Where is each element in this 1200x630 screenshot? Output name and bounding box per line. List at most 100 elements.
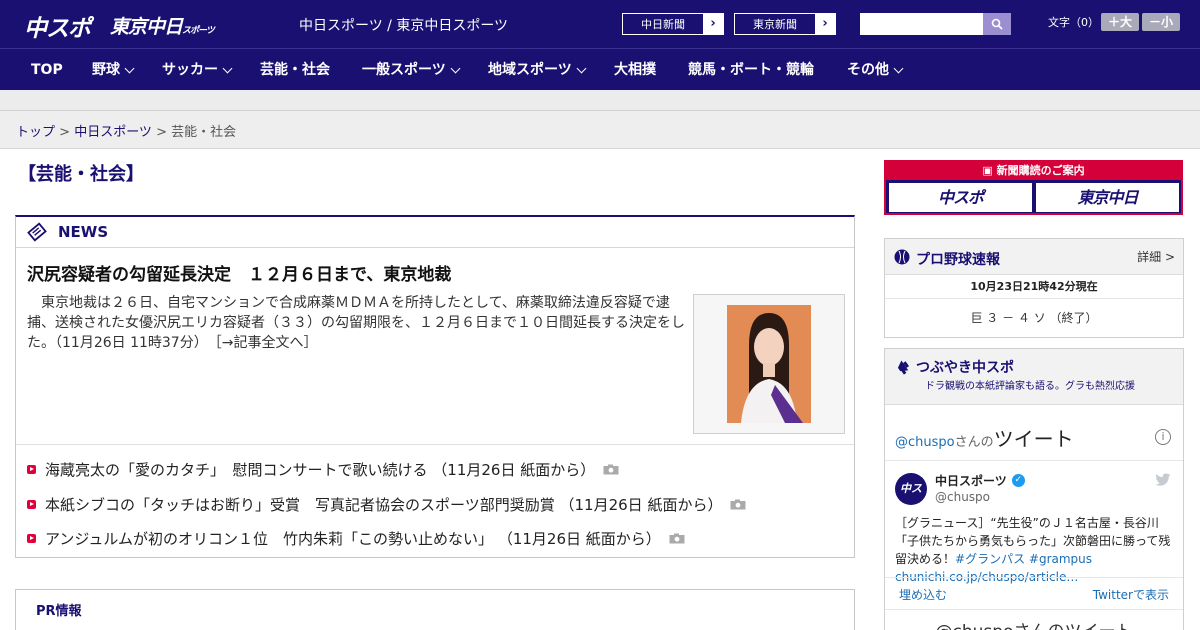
twitter-title: つぶやき中スポ xyxy=(916,360,1014,376)
baseball-icon xyxy=(894,249,910,265)
chevron-down-icon xyxy=(222,63,233,73)
search-icon xyxy=(991,18,1003,30)
breadcrumb-chunichi-sports[interactable]: 中日スポーツ xyxy=(74,125,152,140)
baseball-timestamp: 10月23日21時42分現在 xyxy=(885,275,1183,299)
lead-article-photo[interactable] xyxy=(693,294,845,434)
news-item-title: 海蔵亮太の「愛のカタチ」 慰問コンサートで歌い続ける xyxy=(45,461,428,479)
bullet-icon xyxy=(27,534,36,543)
verified-icon: ✓ xyxy=(1011,474,1025,487)
bullet-icon xyxy=(27,465,36,474)
divider xyxy=(885,460,1183,461)
newspaper-icon: ▣ xyxy=(982,164,997,177)
view-on-twitter-link[interactable]: Twitterで表示 xyxy=(1093,586,1169,603)
hashtag-link[interactable]: #グランパス xyxy=(955,552,1025,566)
tweet-text: ［グラニュース］“先生役”のＪ１名古屋・長谷川「子供たちから勇気もらった」次節磐… xyxy=(895,514,1175,586)
font-smaller-button[interactable]: －小 xyxy=(1142,13,1180,31)
lead-article-body: 東京地裁は２６日、自宅マンションで合成麻薬ＭＤＭＡを所持したとして、麻薬取締法違… xyxy=(27,293,687,353)
breadcrumb-home[interactable]: トップ xyxy=(16,125,55,140)
tokyo-shimbun-link[interactable]: 東京新聞 › xyxy=(734,13,836,35)
megaphone-icon xyxy=(897,360,909,375)
subscription-banner[interactable]: ▣ 新聞購読のご案内 中スポ 東京中日 xyxy=(884,160,1183,215)
read-more-link[interactable]: ［→記事全文へ］ xyxy=(215,335,318,351)
news-item-date: （11月26日 紙面から） xyxy=(432,461,596,479)
news-list-item[interactable]: 本紙シブコの「タッチはお断り」受賞 写真記者協会のスポーツ部門奨励賞 （11月2… xyxy=(27,494,746,515)
camera-icon xyxy=(669,533,685,544)
camera-icon xyxy=(730,499,746,510)
info-icon[interactable]: i xyxy=(1155,429,1171,445)
news-list-item[interactable]: アンジュルムが初のオリコン１位 竹内朱莉「この勢い止めない」 （11月26日 紙… xyxy=(27,528,685,549)
tweets-handle-link[interactable]: @chuspo xyxy=(895,435,955,450)
lead-article-title[interactable]: 沢尻容疑者の勾留延長決定 １２月６日まで、東京地裁 xyxy=(27,260,451,285)
news-item-title: アンジュルムが初のオリコン１位 竹内朱莉「この勢い止めない」 xyxy=(45,530,494,548)
nav-soccer[interactable]: サッカー xyxy=(162,49,233,91)
breadcrumb-sep: > xyxy=(151,125,172,140)
nav-racing[interactable]: 競馬・ボート・競輪 xyxy=(688,49,814,91)
chevron-down-icon xyxy=(450,63,461,73)
search-button[interactable] xyxy=(983,13,1011,35)
news-label: NEWS xyxy=(58,223,109,241)
tweet-author-handle[interactable]: @chuspo xyxy=(935,490,990,504)
nav-top[interactable]: TOP xyxy=(31,49,63,91)
baseball-score[interactable]: 巨 ３ － ４ ソ （終了） xyxy=(885,299,1183,338)
top-header: 中スポ 東京中日スポーツ 中日スポーツ / 東京中日スポーツ 中日新聞 › 東京… xyxy=(0,0,1200,48)
twitter-header: つぶやき中スポ ドラ観戦の本紙評論家も語る。グラも熱烈応援 xyxy=(885,349,1183,405)
breadcrumb-current: 芸能・社会 xyxy=(171,125,237,140)
nav-label: 野球 xyxy=(92,62,120,78)
sub-bar xyxy=(0,90,1200,111)
site-links[interactable]: 中日スポーツ / 東京中日スポーツ xyxy=(299,15,508,35)
nav-general-sports[interactable]: 一般スポーツ xyxy=(362,49,461,91)
news-item-title: 本紙シブコの「タッチはお断り」受賞 写真記者協会のスポーツ部門奨励賞 xyxy=(45,496,555,514)
chevron-down-icon xyxy=(124,63,135,73)
tweet-author-name[interactable]: 中日スポーツ ✓ xyxy=(935,472,1025,489)
twitter-box: つぶやき中スポ ドラ観戦の本紙評論家も語る。グラも熱烈応援 @chuspo さんの… xyxy=(884,348,1184,630)
embed-link[interactable]: 埋め込む xyxy=(899,586,947,603)
nav-baseball[interactable]: 野球 xyxy=(92,49,135,91)
nav-label: 地域スポーツ xyxy=(488,62,572,78)
bullet-icon xyxy=(27,500,36,509)
news-list-item[interactable]: 海蔵亮太の「愛のカタチ」 慰問コンサートで歌い続ける （11月26日 紙面から） xyxy=(27,459,619,480)
chuspo-logo[interactable]: 中スポ xyxy=(24,9,91,43)
tokyo-chunichi-logo[interactable]: 東京中日スポーツ xyxy=(110,12,215,39)
nav-other[interactable]: その他 xyxy=(847,49,904,91)
nav-label: 一般スポーツ xyxy=(362,62,446,78)
tweets-heading-san: さんの xyxy=(954,435,994,450)
twitter-bird-icon[interactable] xyxy=(1155,473,1171,487)
font-larger-button[interactable]: ＋大 xyxy=(1101,13,1139,31)
tweets-heading-secondary: @chuspoさんのツイート xyxy=(885,617,1183,630)
portrait-illustration xyxy=(727,305,811,423)
nav-local-sports[interactable]: 地域スポーツ xyxy=(488,49,587,91)
nav-label: 競馬・ボート・競輪 xyxy=(688,62,814,78)
fontsize-label: 文字（0） xyxy=(1048,16,1099,29)
nav-label: サッカー xyxy=(162,62,218,78)
lead-body-text: 東京地裁は２６日、自宅マンションで合成麻薬ＭＤＭＡを所持したとして、麻薬取締法違… xyxy=(27,295,685,351)
baseball-header: プロ野球速報 詳細 > xyxy=(885,239,1183,275)
tweets-heading: @chuspo さんの ツイート xyxy=(895,423,1074,452)
avatar[interactable]: 中スポ xyxy=(895,473,927,527)
portrait-image xyxy=(727,305,811,423)
chevron-down-icon xyxy=(576,63,587,73)
tokyo-logo-text: 東京中日 xyxy=(110,16,183,38)
newspaper-icon xyxy=(27,222,47,242)
nav-sumo[interactable]: 大相撲 xyxy=(614,49,656,91)
author-name-text: 中日スポーツ xyxy=(935,474,1007,488)
search-input[interactable] xyxy=(860,13,983,35)
baseball-detail-link[interactable]: 詳細 > xyxy=(1137,248,1175,265)
subscription-title-text: 新聞購読のご案内 xyxy=(996,164,1085,177)
divider xyxy=(885,609,1183,610)
tweets-heading-word: ツイート xyxy=(993,427,1074,451)
divider xyxy=(16,444,854,445)
baseball-title: プロ野球速報 xyxy=(916,252,1000,268)
nav-label: 芸能・社会 xyxy=(260,62,330,78)
baseball-box: プロ野球速報 詳細 > 10月23日21時42分現在 巨 ３ － ４ ソ （終了… xyxy=(884,238,1184,338)
news-header: NEWS xyxy=(16,217,854,248)
chunichi-shimbun-link[interactable]: 中日新聞 › xyxy=(622,13,724,35)
tokyo-logo-small: スポーツ xyxy=(182,26,215,36)
chevron-down-icon xyxy=(893,63,904,73)
subscription-title: ▣ 新聞購読のご案内 xyxy=(886,162,1181,180)
nav-entertainment[interactable]: 芸能・社会 xyxy=(260,49,330,91)
nav-label: TOP xyxy=(31,62,63,78)
breadcrumb: トップ > 中日スポーツ > 芸能・社会 xyxy=(0,111,1200,149)
chunichi-shimbun-label: 中日新聞 xyxy=(641,18,685,31)
news-box: NEWS 沢尻容疑者の勾留延長決定 １２月６日まで、東京地裁 東京地裁は２６日、… xyxy=(15,215,855,558)
hashtag-link[interactable]: #grampus xyxy=(1029,552,1092,566)
